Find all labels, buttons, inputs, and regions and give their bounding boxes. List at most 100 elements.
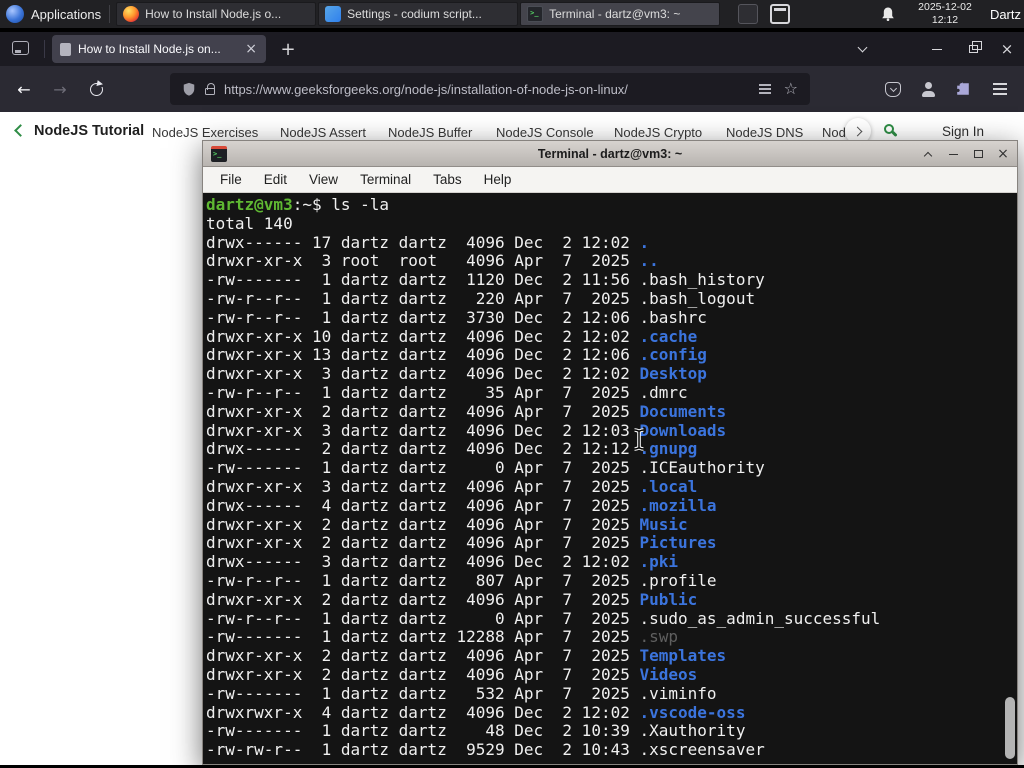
list-all-tabs-button[interactable]: [849, 36, 875, 62]
ls-output: drwx------ 17 dartz dartz 4096 Dec 2 12:…: [206, 232, 1017, 760]
file-name: .sudo_as_admin_successful: [639, 608, 881, 628]
ls-entry: -rw-r--r-- 1 dartz dartz 220 Apr 7 2025 …: [206, 288, 756, 308]
taskbar-item-terminal[interactable]: Terminal - dartz@vm3: ~: [520, 2, 721, 26]
reader-mode-icon[interactable]: [758, 88, 771, 90]
codium-icon: [325, 6, 342, 22]
close-button[interactable]: ×: [995, 146, 1011, 162]
menu-view[interactable]: View: [298, 167, 349, 193]
site-nav-link[interactable]: NodeJS Crypto: [614, 125, 702, 140]
account-button[interactable]: [912, 73, 944, 105]
taskbar-item-firefox[interactable]: How to Install Node.js o...: [116, 2, 317, 26]
menu-file[interactable]: File: [209, 167, 253, 193]
site-nav-link[interactable]: NodeJS Buffer: [388, 125, 472, 140]
file-name: .bash_history: [639, 270, 765, 290]
ls-entry: drwx------ 2 dartz dartz 4096 Dec 2 12:1…: [206, 439, 698, 459]
menu-edit[interactable]: Edit: [253, 167, 298, 193]
chevron-down-icon: [857, 42, 867, 53]
nav-scroll-left-icon[interactable]: [14, 124, 27, 137]
file-name: .ICEauthority: [639, 458, 765, 478]
taskbar: How to Install Node.js o... Settings - c…: [116, 0, 722, 28]
ls-entry: drwx------ 3 dartz dartz 4096 Dec 2 12:0…: [206, 552, 679, 572]
tray-app-icon[interactable]: [738, 4, 758, 24]
menu-terminal[interactable]: Terminal: [349, 167, 422, 193]
site-nav-link[interactable]: NodeJS Exercises: [152, 125, 258, 140]
notification-bell-icon[interactable]: [880, 6, 896, 22]
shade-button[interactable]: [920, 146, 936, 162]
applications-label: Applications: [31, 6, 102, 22]
restore-icon: [968, 41, 982, 53]
terminal-total-line: total 140: [206, 213, 293, 233]
ls-entry: -rw-r--r-- 1 dartz dartz 807 Apr 7 2025 …: [206, 570, 717, 590]
file-name: .dmrc: [639, 382, 688, 402]
pocket-button[interactable]: [877, 73, 909, 105]
directory-name: .local: [639, 476, 698, 496]
directory-name: .pki: [639, 552, 679, 572]
lock-icon[interactable]: [205, 83, 215, 95]
terminal-screen[interactable]: dartz@vm3:~$ ls -la total 140 drwx------…: [203, 193, 1017, 764]
navigation-toolbar: ← → https://www.geeksforgeeks.org/node-j…: [0, 66, 1024, 112]
new-tab-button[interactable]: +: [274, 35, 302, 63]
tray-window-icon[interactable]: [770, 4, 790, 24]
clock-time: 12:12: [931, 14, 959, 26]
file-name: .bash_logout: [639, 288, 756, 308]
ls-entry: -rw-rw-r-- 1 dartz dartz 9529 Dec 2 10:4…: [206, 740, 765, 760]
browser-tab[interactable]: How to Install Node.js on... ×: [52, 35, 266, 63]
firefox-view-icon[interactable]: [12, 41, 29, 55]
firefox-icon: [123, 6, 140, 22]
sign-in-button[interactable]: Sign In: [942, 124, 984, 139]
tab-title: How to Install Node.js on...: [78, 42, 221, 56]
site-nav-link[interactable]: NodeJS Console: [496, 125, 594, 140]
reload-button[interactable]: [80, 73, 112, 105]
menu-tabs[interactable]: Tabs: [422, 167, 473, 193]
directory-name: Downloads: [639, 420, 727, 440]
directory-name: Documents: [639, 401, 727, 421]
terminal-titlebar[interactable]: Terminal - dartz@vm3: ~ ×: [203, 141, 1017, 167]
clock[interactable]: 2025-12-02 12:12: [905, 1, 985, 27]
ls-entry: drwxr-xr-x 2 dartz dartz 4096 Apr 7 2025…: [206, 664, 698, 684]
address-bar[interactable]: https://www.geeksforgeeks.org/node-js/in…: [170, 73, 810, 105]
back-button[interactable]: ←: [8, 73, 40, 105]
site-nav-link[interactable]: NodeJS DNS: [726, 125, 803, 140]
directory-name: Templates: [639, 646, 727, 666]
url-text[interactable]: https://www.geeksforgeeks.org/node-js/in…: [224, 82, 746, 97]
search-icon[interactable]: [884, 124, 894, 134]
ls-entry: drwxr-xr-x 3 dartz dartz 4096 Apr 7 2025…: [206, 476, 698, 496]
tab-bar: How to Install Node.js on... × + ×: [0, 32, 1024, 66]
maximize-button[interactable]: [970, 146, 986, 162]
ls-entry: -rw-r--r-- 1 dartz dartz 3730 Dec 2 12:0…: [206, 307, 707, 327]
taskbar-item-title: How to Install Node.js o...: [145, 7, 282, 21]
minimize-button[interactable]: [945, 146, 961, 162]
menu-help[interactable]: Help: [473, 167, 523, 193]
window-close-button[interactable]: ×: [992, 32, 1022, 66]
panel-separator: [109, 5, 111, 23]
bookmark-star-icon[interactable]: ☆: [784, 81, 798, 97]
window-minimize-button[interactable]: [922, 32, 952, 66]
directory-name: .vscode-oss: [639, 702, 746, 722]
maximize-icon: [973, 150, 983, 158]
file-name: .xscreensaver: [639, 740, 765, 760]
applications-menu-button[interactable]: Applications: [0, 0, 109, 28]
directory-name: .cache: [639, 326, 698, 346]
user-menu[interactable]: Dartz: [990, 0, 1021, 28]
window-restore-button[interactable]: [958, 32, 988, 66]
app-menu-button[interactable]: [984, 73, 1016, 105]
applications-icon: [6, 5, 24, 23]
terminal-scrollbar[interactable]: [1004, 195, 1016, 762]
reload-icon: [89, 80, 104, 96]
ls-entry: drwx------ 17 dartz dartz 4096 Dec 2 12:…: [206, 232, 650, 252]
file-name: .profile: [639, 570, 717, 590]
scrollbar-thumb[interactable]: [1005, 697, 1015, 759]
site-nav-link[interactable]: NodeJS Assert: [280, 125, 366, 140]
file-name: .viminfo: [639, 683, 717, 703]
directory-name: Pictures: [639, 533, 717, 553]
directory-name: .mozilla: [639, 495, 717, 515]
taskbar-item-codium[interactable]: Settings - codium script...: [318, 2, 519, 26]
tracking-protection-shield-icon[interactable]: [182, 81, 196, 97]
pocket-icon: [885, 81, 901, 97]
forward-button[interactable]: →: [44, 73, 76, 105]
tab-close-icon[interactable]: ×: [244, 42, 258, 56]
ls-entry: drwxr-xr-x 13 dartz dartz 4096 Dec 2 12:…: [206, 345, 707, 365]
site-nav-brand[interactable]: NodeJS Tutorial: [34, 123, 144, 139]
directory-name: .: [639, 232, 650, 252]
extensions-button[interactable]: [947, 73, 979, 105]
